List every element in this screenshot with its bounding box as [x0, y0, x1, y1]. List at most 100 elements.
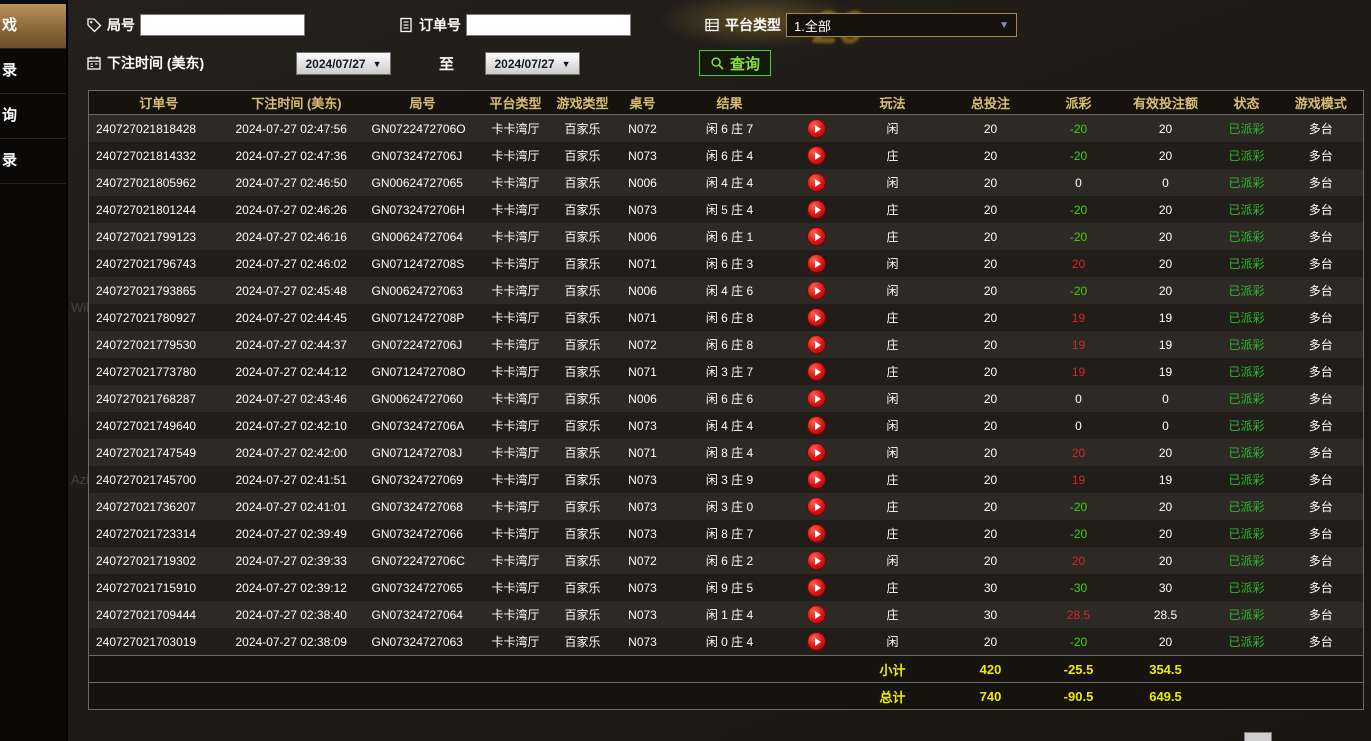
cell-play: 庄: [845, 358, 941, 385]
order-no-input[interactable]: [466, 14, 631, 36]
cell-table-no: N006: [615, 223, 671, 250]
cell-play: 闲: [845, 169, 941, 196]
cell-result: 闲 6 庄 1: [671, 223, 789, 250]
cell-mode: 多台: [1279, 412, 1364, 439]
cell-video: [789, 520, 845, 547]
cell-payout: -30: [1041, 574, 1117, 601]
cell-payout: 0: [1041, 169, 1117, 196]
cell-table-no: N071: [615, 439, 671, 466]
cell-order-no: 240727021779530: [89, 331, 229, 358]
subtotal-row: 小计 420 -25.5 354.5: [89, 656, 1364, 683]
cell-order-no: 240727021805962: [89, 169, 229, 196]
play-video-icon[interactable]: [807, 254, 826, 273]
cell-result: 闲 6 庄 8: [671, 331, 789, 358]
sidebar-item-record-2[interactable]: 录: [0, 139, 66, 184]
play-video-icon[interactable]: [807, 470, 826, 489]
cell-table-no: N006: [615, 277, 671, 304]
cell-bet-time: 2024-07-27 02:46:50: [229, 169, 365, 196]
play-video-icon[interactable]: [807, 389, 826, 408]
cell-bet-time: 2024-07-27 02:45:48: [229, 277, 365, 304]
cell-order-no: 240727021736207: [89, 493, 229, 520]
cell-game-type: 百家乐: [551, 250, 615, 277]
play-video-icon[interactable]: [807, 146, 826, 165]
date-to-value: 2024/07/27: [495, 57, 555, 71]
cell-order-no: 240727021719302: [89, 547, 229, 574]
play-video-icon[interactable]: [807, 443, 826, 462]
play-video-icon[interactable]: [807, 173, 826, 192]
total-total-bet: 740: [941, 683, 1041, 710]
play-video-icon[interactable]: [807, 551, 826, 570]
cell-video: [789, 277, 845, 304]
play-video-icon[interactable]: [807, 227, 826, 246]
calendar-icon: [86, 55, 102, 71]
cell-round-no: GN00624727063: [365, 277, 481, 304]
sidebar: 戏 录 询 录: [0, 0, 68, 741]
cell-table-no: N073: [615, 601, 671, 628]
cell-total-bet: 20: [941, 196, 1041, 223]
cell-result: 闲 8 庄 7: [671, 520, 789, 547]
play-video-icon[interactable]: [807, 335, 826, 354]
cell-platform: 卡卡湾厅: [481, 439, 551, 466]
total-row: 总计 740 -90.5 649.5: [89, 683, 1364, 710]
cell-round-no: GN07324727063: [365, 628, 481, 656]
cell-valid-bet: 20: [1117, 223, 1215, 250]
magnifier-icon: [710, 56, 725, 71]
cell-round-no: GN0732472706H: [365, 196, 481, 223]
cell-result: 闲 9 庄 5: [671, 574, 789, 601]
cell-status: 已派彩: [1215, 169, 1279, 196]
table-row: 240727021709444 2024-07-27 02:38:40 GN07…: [89, 601, 1364, 628]
play-video-icon[interactable]: [807, 605, 826, 624]
pagination-partial[interactable]: [1244, 732, 1272, 741]
cell-game-type: 百家乐: [551, 601, 615, 628]
platform-type-select[interactable]: 1.全部 ▼: [786, 13, 1017, 37]
search-button[interactable]: 查询: [699, 50, 771, 76]
cell-mode: 多台: [1279, 547, 1364, 574]
cell-status: 已派彩: [1215, 574, 1279, 601]
round-no-input[interactable]: [140, 14, 305, 36]
play-video-icon[interactable]: [807, 416, 826, 435]
cell-payout: 20: [1041, 547, 1117, 574]
date-to-picker[interactable]: 2024/07/27 ▼: [485, 52, 580, 75]
document-icon: [398, 17, 414, 33]
date-from-picker[interactable]: 2024/07/27 ▼: [296, 52, 391, 75]
cell-result: 闲 1 庄 4: [671, 601, 789, 628]
sidebar-item-record-1[interactable]: 录: [0, 49, 66, 94]
cell-platform: 卡卡湾厅: [481, 412, 551, 439]
cell-result: 闲 0 庄 4: [671, 628, 789, 656]
play-video-icon[interactable]: [807, 632, 826, 651]
cell-total-bet: 20: [941, 385, 1041, 412]
cell-order-no: 240727021768287: [89, 385, 229, 412]
bet-time-label: 下注时间 (美东): [107, 53, 204, 73]
play-video-icon[interactable]: [807, 308, 826, 327]
cell-total-bet: 20: [941, 169, 1041, 196]
column-header-status: 状态: [1215, 91, 1279, 115]
cell-result: 闲 4 庄 4: [671, 169, 789, 196]
cell-status: 已派彩: [1215, 466, 1279, 493]
play-video-icon[interactable]: [807, 578, 826, 597]
column-header-valid-bet: 有效投注额: [1117, 91, 1215, 115]
cell-valid-bet: 20: [1117, 250, 1215, 277]
order-no-label: 订单号: [419, 15, 461, 35]
cell-bet-time: 2024-07-27 02:41:01: [229, 493, 365, 520]
cell-game-type: 百家乐: [551, 547, 615, 574]
sidebar-item-game[interactable]: 戏: [0, 4, 66, 49]
cell-valid-bet: 20: [1117, 439, 1215, 466]
play-video-icon[interactable]: [807, 119, 826, 138]
table-row: 240727021818428 2024-07-27 02:47:56 GN07…: [89, 115, 1364, 143]
round-no-filter: 局号: [86, 13, 305, 37]
cell-bet-time: 2024-07-27 02:39:12: [229, 574, 365, 601]
play-video-icon[interactable]: [807, 362, 826, 381]
play-video-icon[interactable]: [807, 524, 826, 543]
cell-table-no: N072: [615, 115, 671, 143]
table-row: 240727021715910 2024-07-27 02:39:12 GN07…: [89, 574, 1364, 601]
total-payout: -90.5: [1041, 683, 1117, 710]
cell-payout: -20: [1041, 628, 1117, 656]
cell-mode: 多台: [1279, 250, 1364, 277]
cell-game-type: 百家乐: [551, 115, 615, 143]
table-row: 240727021801244 2024-07-27 02:46:26 GN07…: [89, 196, 1364, 223]
play-video-icon[interactable]: [807, 200, 826, 219]
play-video-icon[interactable]: [807, 281, 826, 300]
play-video-icon[interactable]: [807, 497, 826, 516]
cell-bet-time: 2024-07-27 02:42:10: [229, 412, 365, 439]
sidebar-item-query[interactable]: 询: [0, 94, 66, 139]
